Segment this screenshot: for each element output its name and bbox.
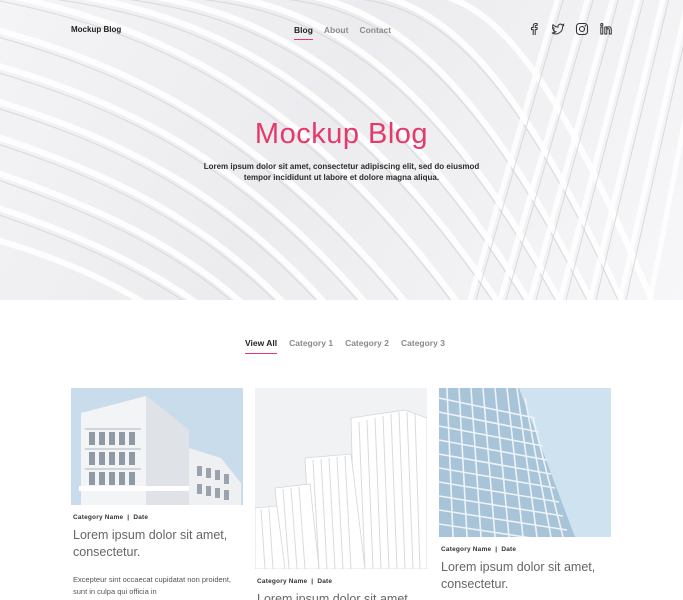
post-image[interactable] (71, 388, 243, 505)
tab-category-2[interactable]: Category 2 (345, 338, 389, 352)
category-filter-tabs: View All Category 1 Category 2 Category … (245, 338, 445, 354)
twitter-icon[interactable] (551, 22, 565, 36)
tab-view-all[interactable]: View All (245, 338, 278, 354)
linkedin-icon[interactable] (599, 22, 613, 36)
instagram-icon[interactable] (575, 22, 589, 36)
post-image[interactable] (255, 388, 427, 569)
nav-link-blog[interactable]: Blog (294, 25, 313, 40)
hero-title: Mockup Blog (254, 118, 429, 150)
hero-banner: Mockup Blog Blog About Contact Mockup Bl… (0, 0, 683, 300)
post-meta: Category Name | Date (73, 514, 149, 521)
facebook-icon[interactable] (527, 22, 541, 36)
top-navigation: Mockup Blog Blog About Contact (0, 0, 683, 60)
nav-link-about[interactable]: About (324, 25, 349, 39)
brand-logo[interactable]: Mockup Blog (71, 25, 121, 34)
tab-category-3[interactable]: Category 3 (401, 338, 445, 352)
nav-link-contact[interactable]: Contact (359, 25, 391, 39)
post-meta: Category Name | Date (441, 546, 517, 553)
main-menu: Blog About Contact (294, 25, 391, 40)
post-title[interactable]: Lorem ipsum dolor sit amet, consectetur. (441, 559, 611, 593)
post-image[interactable] (439, 388, 611, 537)
post-title[interactable]: Lorem ipsum dolor sit amet, (257, 591, 427, 600)
hero-subtitle: Lorem ipsum dolor sit amet, consectetur … (203, 162, 480, 182)
post-card[interactable]: Category Name | Date Lorem ipsum dolor s… (71, 388, 243, 598)
social-links (527, 22, 613, 36)
tab-category-1[interactable]: Category 1 (289, 338, 333, 352)
post-title[interactable]: Lorem ipsum dolor sit amet, consectetur. (73, 527, 243, 561)
post-card[interactable]: Category Name | Date Lorem ipsum dolor s… (255, 388, 427, 600)
post-card[interactable]: Category Name | Date Lorem ipsum dolor s… (439, 388, 611, 593)
post-meta: Category Name | Date (257, 578, 333, 585)
post-excerpt: Excepteur sint occaecat cupidatat non pr… (73, 575, 232, 596)
